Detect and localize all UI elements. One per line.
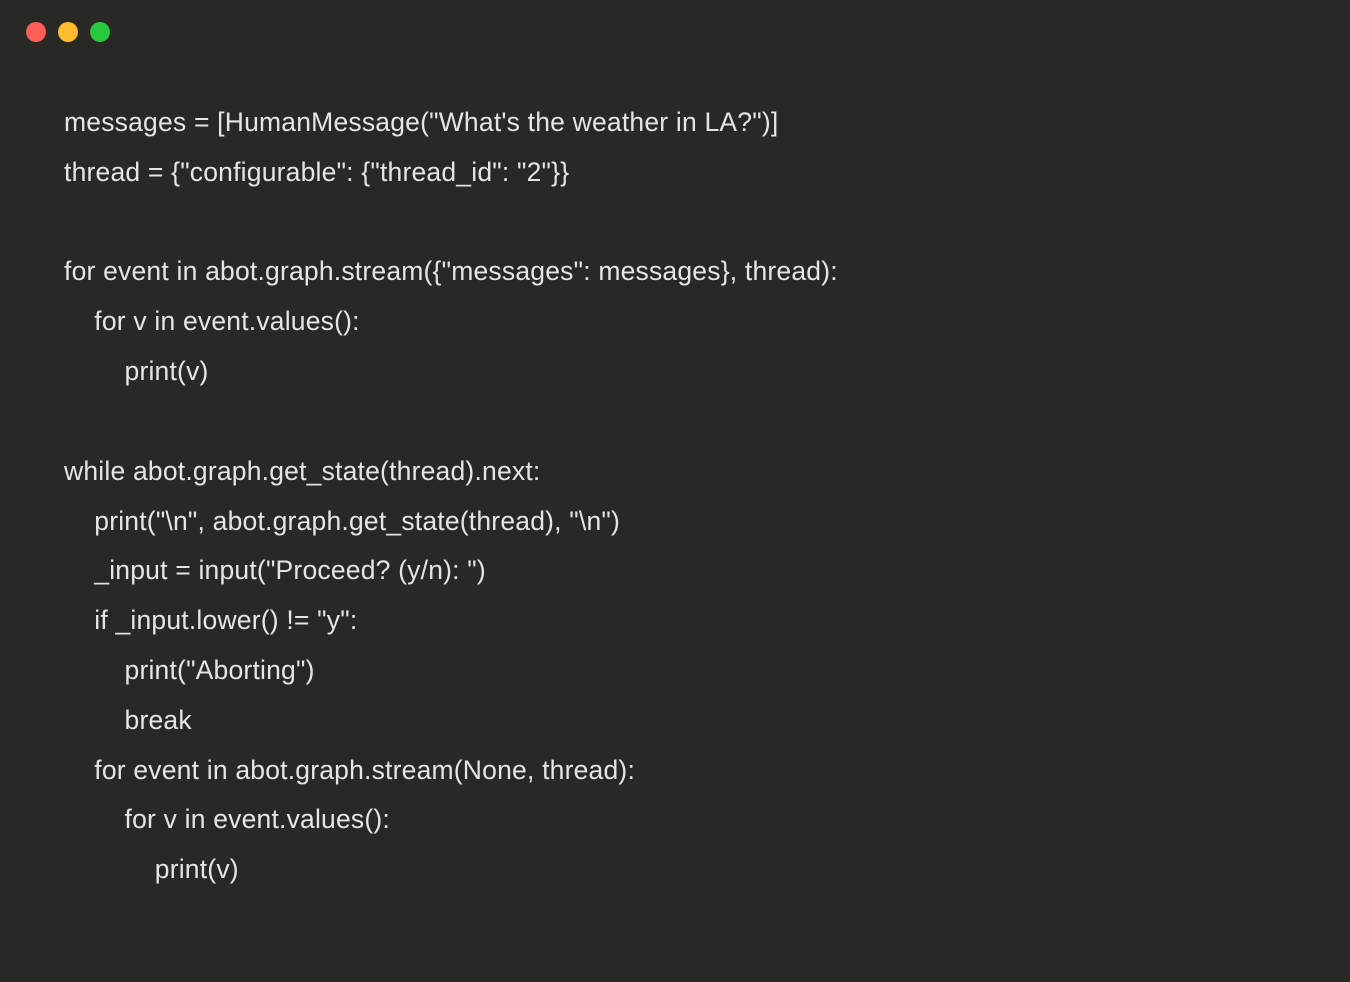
code-line: break <box>64 705 192 735</box>
minimize-icon[interactable] <box>58 22 78 42</box>
code-line: thread = {"configurable": {"thread_id": … <box>64 157 569 187</box>
code-window: messages = [HumanMessage("What's the wea… <box>0 0 1350 982</box>
close-icon[interactable] <box>26 22 46 42</box>
code-line: for event in abot.graph.stream(None, thr… <box>64 755 635 785</box>
code-line: messages = [HumanMessage("What's the wea… <box>64 107 778 137</box>
code-line: print("Aborting") <box>64 655 315 685</box>
code-block: messages = [HumanMessage("What's the wea… <box>0 42 1350 895</box>
maximize-icon[interactable] <box>90 22 110 42</box>
code-line: _input = input("Proceed? (y/n): ") <box>64 555 486 585</box>
code-line: print("\n", abot.graph.get_state(thread)… <box>64 506 620 536</box>
code-line: for v in event.values(): <box>64 306 360 336</box>
code-line: if _input.lower() != "y": <box>64 605 357 635</box>
code-line: print(v) <box>64 356 209 386</box>
code-line: print(v) <box>64 854 239 884</box>
code-line: for event in abot.graph.stream({"message… <box>64 256 838 286</box>
code-line: for v in event.values(): <box>64 804 390 834</box>
code-line: while abot.graph.get_state(thread).next: <box>64 456 540 486</box>
titlebar <box>0 0 1350 42</box>
